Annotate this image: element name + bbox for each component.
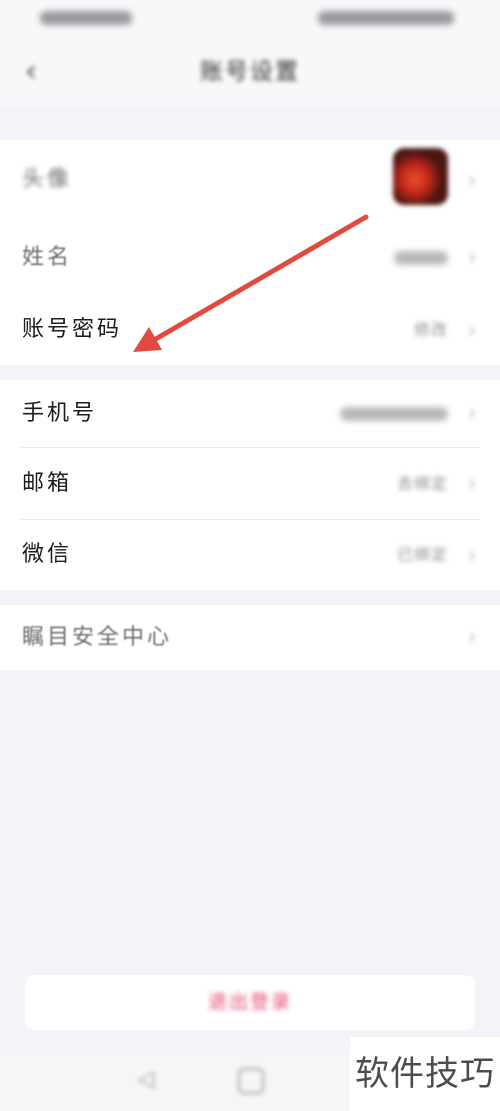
profile-section: 头像 › 姓名 › 账号密码 修改 ›	[0, 140, 500, 365]
email-row[interactable]: 邮箱 去绑定 ›	[0, 448, 500, 519]
security-section: 瞩目安全中心 ›	[0, 605, 500, 670]
wechat-value: 已绑定	[396, 545, 448, 564]
chevron-right-icon: ›	[467, 623, 477, 651]
chevron-right-icon: ›	[467, 541, 477, 569]
chevron-right-icon: ›	[467, 399, 477, 427]
password-value: 修改	[413, 320, 448, 339]
password-label: 账号密码	[22, 317, 123, 342]
watermark: 软件技巧	[350, 1037, 500, 1111]
avatar-label: 头像	[22, 167, 73, 192]
avatar[interactable]	[393, 148, 448, 205]
contact-section: 手机号 › 邮箱 去绑定 › 微信 已绑定 ›	[0, 380, 500, 590]
phone-value-obscured	[340, 407, 448, 421]
name-row[interactable]: 姓名 ›	[0, 220, 500, 295]
nav-home-icon[interactable]	[238, 1068, 264, 1094]
status-bar-left-indicators	[40, 11, 132, 25]
chevron-right-icon: ›	[467, 166, 477, 194]
chevron-right-icon: ›	[467, 469, 477, 497]
security-center-label: 瞩目安全中心	[22, 625, 173, 650]
security-center-row[interactable]: 瞩目安全中心 ›	[0, 605, 500, 670]
email-label: 邮箱	[22, 471, 73, 496]
password-row[interactable]: 账号密码 修改 ›	[0, 295, 500, 365]
phone-label: 手机号	[22, 401, 98, 426]
name-label: 姓名	[22, 245, 73, 270]
chevron-right-icon: ›	[467, 316, 477, 344]
page-title: 账号设置	[200, 59, 300, 85]
logout-button[interactable]: 退出登录	[25, 975, 475, 1030]
avatar-row[interactable]: 头像 ›	[0, 140, 500, 220]
logout-label: 退出登录	[207, 991, 292, 1013]
email-value: 去绑定	[396, 474, 448, 493]
status-bar-right-indicators	[318, 11, 454, 25]
nav-back-icon[interactable]: ◁	[135, 1069, 157, 1091]
watermark-text: 软件技巧	[355, 1054, 495, 1094]
wechat-label: 微信	[22, 542, 73, 567]
chevron-right-icon: ›	[467, 243, 477, 271]
wechat-row[interactable]: 微信 已绑定 ›	[0, 520, 500, 590]
name-value-obscured	[394, 251, 448, 265]
phone-row[interactable]: 手机号 ›	[0, 380, 500, 447]
